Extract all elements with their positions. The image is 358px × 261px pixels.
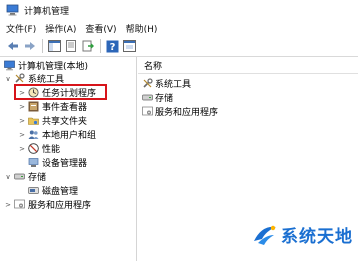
list-item-label: 存储 [155,94,174,104]
tools-icon [14,73,25,84]
help-icon[interactable]: ? [105,39,119,53]
toolbar-divider [100,39,101,53]
watermark-text: 系统天地 [281,227,353,247]
tree-item-root[interactable]: 计算机管理(本地) [4,59,88,72]
disk-icon [28,185,39,196]
tree-item-label: 计算机管理(本地) [18,62,89,72]
tree-item-shared-folders[interactable]: > 共享文件夹 [18,114,88,128]
properties-icon[interactable] [64,39,78,53]
computer-management-icon [4,60,15,71]
column-header-name[interactable]: 名称 [138,57,358,74]
performance-icon [28,143,39,154]
menu-file[interactable]: 文件(F) [6,22,36,35]
tree-item-label: 本地用户和组 [42,131,97,141]
tree-item-event-viewer[interactable]: > 事件查看器 [18,100,87,113]
tree-item-disk-management[interactable]: 磁盘管理 [28,184,78,197]
list-item[interactable]: 服务和应用程序 [142,105,218,118]
toolbar: ? [0,36,358,57]
tree-item-storage[interactable]: ∨ 存储 [4,170,47,184]
export-icon[interactable] [81,39,95,53]
chevron-down-icon[interactable]: ∨ [4,75,12,83]
menu-view[interactable]: 查看(V) [85,22,116,35]
column-header-label: 名称 [144,61,163,72]
tree-item-services[interactable]: > 服务和应用程序 [4,198,91,211]
tree-item-label: 存储 [28,173,47,183]
list-item[interactable]: 系统工具 [142,77,191,90]
storage-icon [14,171,25,182]
tree-item-label: 共享文件夹 [42,117,88,127]
forward-icon[interactable] [23,39,37,53]
services-icon [142,106,153,117]
computer-management-icon [6,4,19,16]
tree-item-label: 磁盘管理 [42,187,79,197]
watermark-logo-icon [252,223,278,247]
chevron-right-icon[interactable]: > [18,131,26,139]
tree-item-label: 性能 [42,145,61,155]
chevron-right-icon[interactable]: > [18,117,26,125]
event-viewer-icon [28,101,39,112]
chevron-right-icon[interactable]: > [18,103,26,111]
navigation-tree: 计算机管理(本地) ∨ 系统工具 > 任务计划程序 > 事件查看器 > 共享文件… [0,57,137,261]
tree-item-local-users[interactable]: > 本地用户和组 [18,128,96,141]
shared-folder-icon [28,115,39,126]
title-bar: 计算机管理 [0,0,358,20]
device-manager-icon [28,157,39,168]
window-title: 计算机管理 [24,6,70,17]
services-icon [14,199,25,210]
list-item[interactable]: 存储 [142,91,173,104]
tools-icon [142,78,153,89]
chevron-right-icon[interactable]: > [18,145,26,153]
users-icon [28,129,39,140]
tree-item-label: 事件查看器 [42,103,88,113]
svg-text:?: ? [109,42,115,53]
chevron-down-icon[interactable]: ∨ [4,173,12,181]
chevron-right-icon[interactable]: > [4,201,12,209]
tree-item-label: 服务和应用程序 [28,201,92,211]
menu-action[interactable]: 操作(A) [45,22,76,35]
tree-item-label: 设备管理器 [42,159,88,169]
tree-item-device-manager[interactable]: 设备管理器 [28,156,87,169]
list-item-label: 服务和应用程序 [155,108,219,118]
tree-item-performance[interactable]: > 性能 [18,142,60,155]
list-item-label: 系统工具 [155,80,192,90]
menu-bar: 文件(F) 操作(A) 查看(V) 帮助(H) [0,20,358,36]
show-hide-tree-icon[interactable] [47,39,61,53]
mmc-console-icon[interactable] [122,39,136,53]
task-scheduler-highlight [14,84,107,100]
back-icon[interactable] [6,39,20,53]
storage-icon [142,92,153,103]
site-watermark: 系统天地 [252,222,353,247]
menu-help[interactable]: 帮助(H) [126,22,158,35]
toolbar-divider [42,39,43,53]
